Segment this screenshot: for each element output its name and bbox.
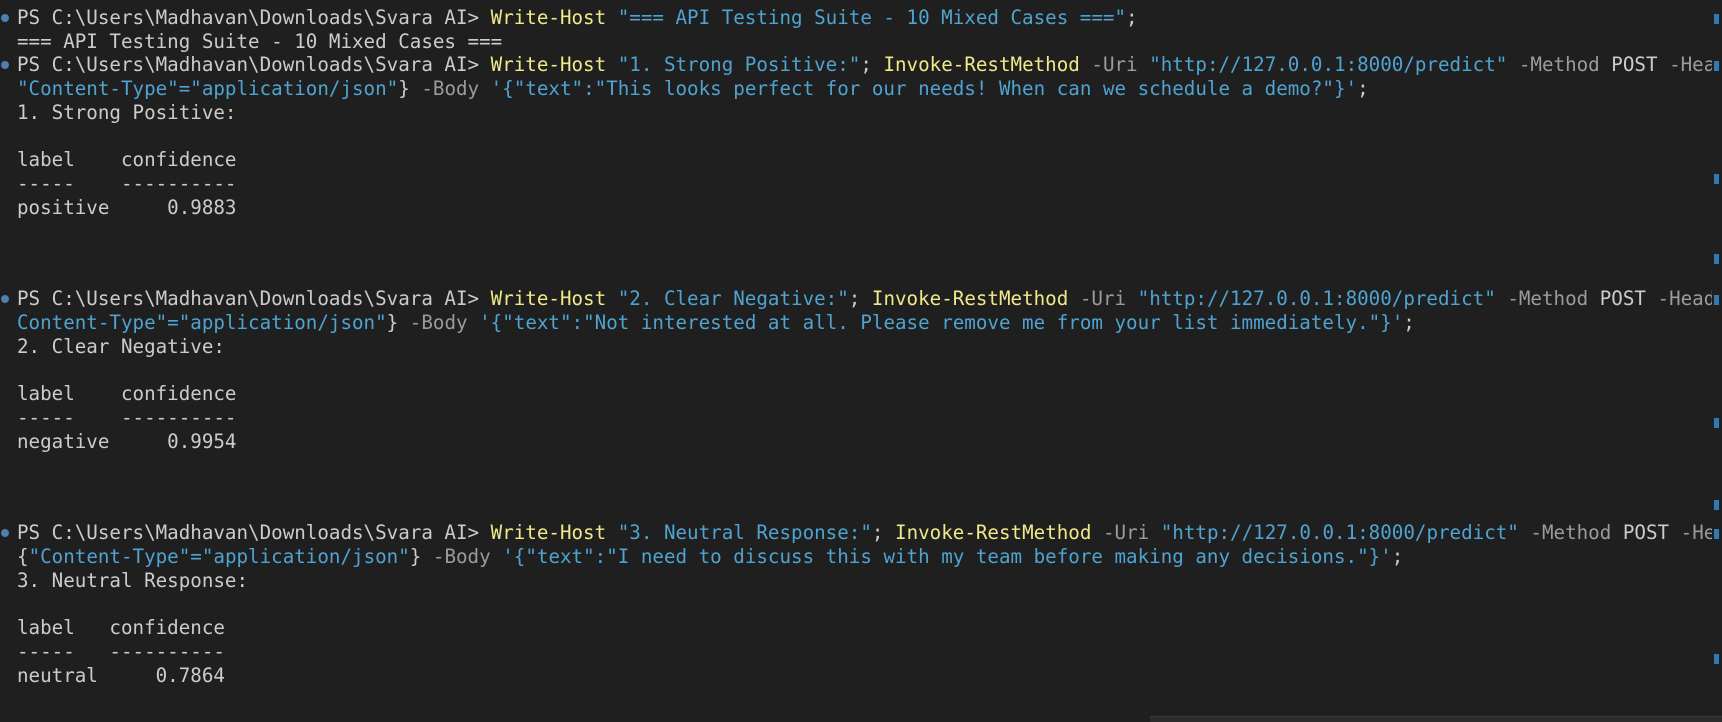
- headers-value: Content-Type"="application/json": [17, 311, 387, 334]
- uri-arg: "http://127.0.0.1:8000/predict": [1160, 521, 1519, 544]
- cmdlet: Invoke-RestMethod: [883, 53, 1080, 76]
- table-header: label confidence: [17, 148, 237, 171]
- prompt: PS C:\Users\Madhavan\Downloads\Svara AI>: [17, 287, 480, 310]
- scroll-marker: [1714, 295, 1719, 305]
- table-divider: ----- ----------: [17, 172, 237, 195]
- separator: ;: [871, 521, 884, 544]
- prompt: PS C:\Users\Madhavan\Downloads\Svara AI>: [17, 521, 480, 544]
- prompt: PS C:\Users\Madhavan\Downloads\Svara AI>: [17, 6, 480, 29]
- table-row: negative 0.9954: [17, 430, 237, 453]
- method-value: POST: [1622, 521, 1670, 544]
- command-status-dot[interactable]: [1, 529, 9, 537]
- string-arg: "1. Strong Positive:": [617, 53, 861, 76]
- body-arg: '{"text":"I need to discuss this with my…: [502, 545, 1392, 568]
- headers-value: "Content-Type"="application/json": [17, 77, 399, 100]
- cmdlet: Write-Host: [490, 287, 607, 310]
- string-arg: "3. Neutral Response:": [617, 521, 872, 544]
- scroll-marker: [1714, 254, 1719, 264]
- scroll-marker: [1714, 418, 1719, 428]
- param: -Body: [409, 311, 468, 334]
- cmdlet: Write-Host: [490, 6, 607, 29]
- output-line: 2. Clear Negative:: [17, 335, 225, 358]
- command-line[interactable]: PS C:\Users\Madhavan\Downloads\Svara AI>…: [17, 520, 1722, 546]
- uri-arg: "http://127.0.0.1:8000/predict": [1137, 287, 1496, 310]
- param: -Method: [1507, 287, 1589, 310]
- table-row: neutral 0.7864: [17, 664, 225, 687]
- scroll-marker: [1714, 14, 1719, 24]
- uri-arg: "http://127.0.0.1:8000/predict": [1149, 53, 1508, 76]
- output-line: 3. Neutral Response:: [17, 569, 249, 592]
- table-header: label confidence: [17, 382, 237, 405]
- command-status-dot[interactable]: [1, 14, 9, 22]
- prompt: PS C:\Users\Madhavan\Downloads\Svara AI>: [17, 53, 480, 76]
- cmdlet: Invoke-RestMethod: [895, 521, 1092, 544]
- horizontal-scrollbar[interactable]: [1150, 716, 1722, 722]
- hashtable-close: }: [409, 545, 422, 568]
- param: -Body: [421, 77, 480, 100]
- command-line-wrap[interactable]: Content-Type"="application/json"} -Body …: [17, 310, 1415, 336]
- separator: ;: [860, 53, 872, 76]
- statement-end: ;: [1357, 77, 1369, 100]
- command-line[interactable]: PS C:\Users\Madhavan\Downloads\Svara AI>…: [17, 5, 1138, 31]
- table-divider: ----- ----------: [17, 406, 237, 429]
- command-status-dot[interactable]: [1, 61, 9, 69]
- scroll-marker: [1714, 500, 1719, 510]
- body-arg: '{"text":"Not interested at all. Please …: [479, 311, 1404, 334]
- command-line-wrap[interactable]: {"Content-Type"="application/json"} -Bod…: [17, 544, 1403, 570]
- scroll-marker: [1714, 654, 1719, 664]
- cmdlet: Write-Host: [490, 53, 607, 76]
- body-arg: '{"text":"This looks perfect for our nee…: [490, 77, 1358, 100]
- param: -Uri: [1102, 521, 1150, 544]
- param: -Body: [432, 545, 491, 568]
- hashtable-brace: {: [17, 545, 29, 568]
- statement-end: ;: [1403, 311, 1415, 334]
- hashtable-close: }: [398, 77, 410, 100]
- table-row: positive 0.9883: [17, 196, 237, 219]
- param: -Uri: [1079, 287, 1127, 310]
- string-arg: "2. Clear Negative:": [617, 287, 849, 310]
- scroll-marker: [1714, 174, 1719, 184]
- statement-end: ;: [1126, 6, 1138, 29]
- cmdlet: Invoke-RestMethod: [871, 287, 1069, 310]
- command-line[interactable]: PS C:\Users\Madhavan\Downloads\Svara AI>…: [17, 52, 1722, 78]
- table-header: label confidence: [17, 616, 225, 639]
- param: -Uri: [1091, 53, 1138, 76]
- string-arg: "=== API Testing Suite - 10 Mixed Cases …: [617, 6, 1127, 29]
- param: -Method: [1518, 53, 1600, 76]
- method-value: POST: [1599, 287, 1646, 310]
- command-status-dot[interactable]: [1, 295, 9, 303]
- output-line: 1. Strong Positive:: [17, 101, 237, 124]
- command-line[interactable]: PS C:\Users\Madhavan\Downloads\Svara AI>…: [17, 286, 1722, 312]
- separator: ;: [848, 287, 861, 310]
- hashtable-close: }: [386, 311, 399, 334]
- statement-end: ;: [1391, 545, 1404, 568]
- vertical-scrollbar[interactable]: [1712, 0, 1722, 722]
- table-divider: ----- ----------: [17, 640, 225, 663]
- scroll-marker: [1714, 529, 1719, 539]
- command-line-wrap[interactable]: "Content-Type"="application/json"} -Body…: [17, 76, 1369, 102]
- scroll-marker: [1714, 61, 1719, 71]
- param: -Method: [1530, 521, 1612, 544]
- headers-value: "Content-Type"="application/json": [28, 545, 410, 568]
- terminal-panel[interactable]: PS C:\Users\Madhavan\Downloads\Svara AI>…: [0, 0, 1722, 722]
- cmdlet: Write-Host: [490, 521, 607, 544]
- method-value: POST: [1611, 53, 1658, 76]
